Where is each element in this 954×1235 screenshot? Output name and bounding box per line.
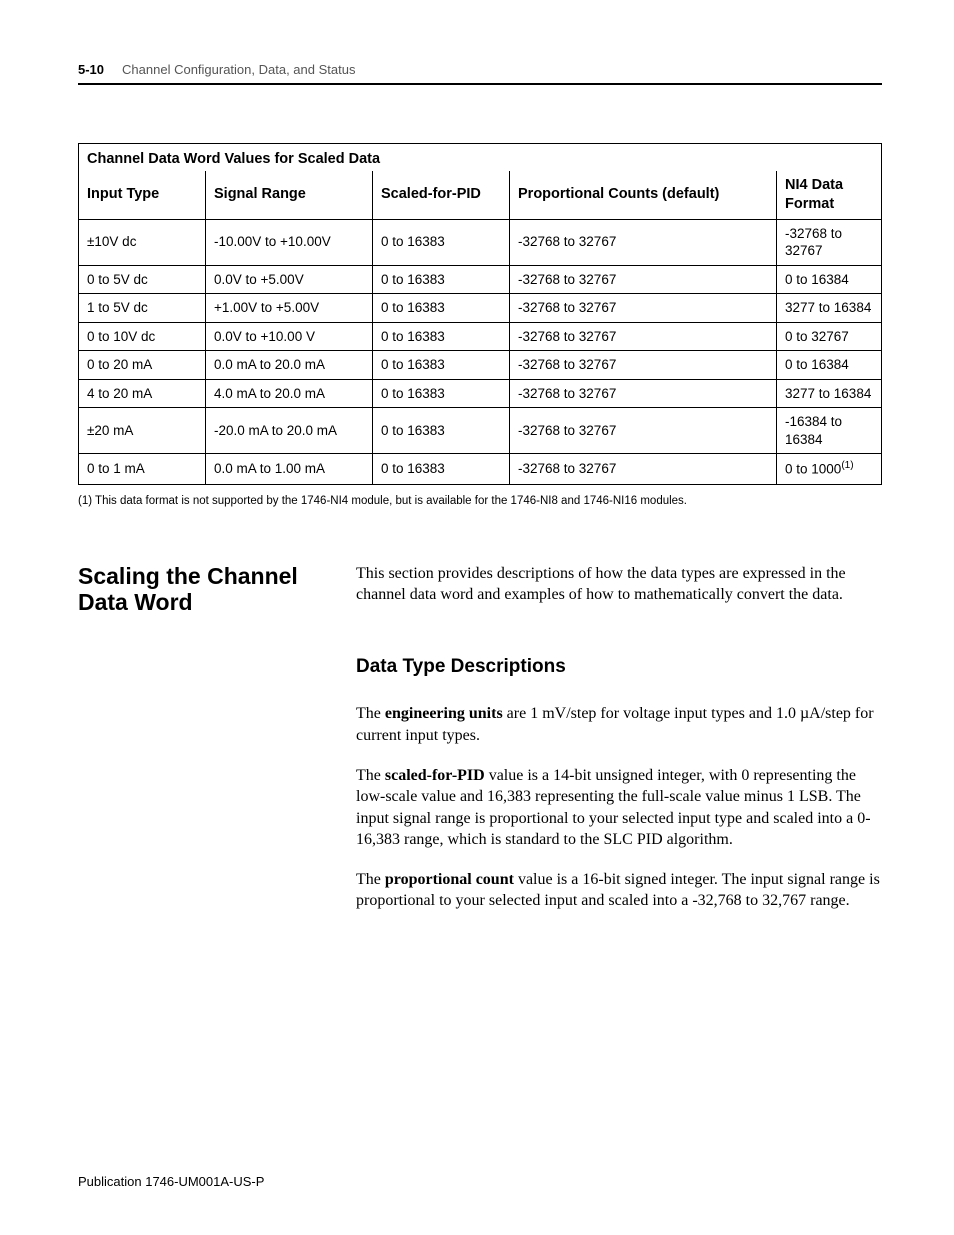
- text: The: [356, 871, 385, 888]
- cell: -32768 to 32767: [510, 294, 777, 323]
- cell: -32768 to 32767: [510, 454, 777, 484]
- cell: 0 to 10V dc: [79, 322, 206, 351]
- page-number: 5-10: [78, 62, 104, 77]
- cell: 3277 to 16384: [777, 379, 882, 408]
- table-row: ±20 mA -20.0 mA to 20.0 mA 0 to 16383 -3…: [79, 408, 882, 454]
- cell-with-footnote: 0 to 1000(1): [777, 454, 882, 484]
- section-heading: Scaling the Channel Data Word: [78, 563, 328, 616]
- cell: 0 to 16383: [373, 219, 510, 265]
- table-row: 0 to 5V dc 0.0V to +5.00V 0 to 16383 -32…: [79, 265, 882, 294]
- col-head-input-type: Input Type: [79, 171, 206, 219]
- cell: -10.00V to +10.00V: [206, 219, 373, 265]
- cell: -20.0 mA to 20.0 mA: [206, 408, 373, 454]
- cell: 0 to 32767: [777, 322, 882, 351]
- section-content-column: This section provides descriptions of ho…: [356, 563, 882, 931]
- cell: 0 to 20 mA: [79, 351, 206, 380]
- cell: 0 to 16384: [777, 351, 882, 380]
- document-page: 5-10 Channel Configuration, Data, and St…: [0, 0, 954, 970]
- paragraph-proportional-count: The proportional count value is a 16-bit…: [356, 869, 882, 912]
- col-head-signal-range: Signal Range: [206, 171, 373, 219]
- cell: -32768 to 32767: [510, 322, 777, 351]
- cell: 3277 to 16384: [777, 294, 882, 323]
- cell: ±10V dc: [79, 219, 206, 265]
- page-header: 5-10 Channel Configuration, Data, and St…: [78, 62, 882, 77]
- cell: +1.00V to +5.00V: [206, 294, 373, 323]
- table-row: 1 to 5V dc +1.00V to +5.00V 0 to 16383 -…: [79, 294, 882, 323]
- term-engineering-units: engineering units: [385, 705, 503, 722]
- cell: 0.0 mA to 20.0 mA: [206, 351, 373, 380]
- data-table: Channel Data Word Values for Scaled Data…: [78, 143, 882, 485]
- col-head-ni4-format: NI4 Data Format: [777, 171, 882, 219]
- cell: -32768 to 32767: [510, 265, 777, 294]
- header-rule: [78, 83, 882, 85]
- subheading: Data Type Descriptions: [356, 654, 882, 680]
- footnote-ref: (1): [841, 460, 853, 471]
- cell: 0 to 16383: [373, 379, 510, 408]
- table-title: Channel Data Word Values for Scaled Data: [79, 144, 882, 171]
- cell: 0.0V to +10.00 V: [206, 322, 373, 351]
- cell: 0 to 1000: [785, 462, 841, 477]
- cell: ±20 mA: [79, 408, 206, 454]
- chapter-title: Channel Configuration, Data, and Status: [122, 62, 355, 77]
- text: The: [356, 767, 385, 784]
- cell: 0 to 16383: [373, 265, 510, 294]
- cell: 0 to 16383: [373, 322, 510, 351]
- paragraph-engineering-units: The engineering units are 1 mV/step for …: [356, 703, 882, 746]
- paragraph-scaled-for-pid: The scaled-for-PID value is a 14-bit uns…: [356, 765, 882, 851]
- body-section: Scaling the Channel Data Word This secti…: [78, 563, 882, 931]
- cell: 0 to 16383: [373, 454, 510, 484]
- cell: 0 to 1 mA: [79, 454, 206, 484]
- table-row: 0 to 20 mA 0.0 mA to 20.0 mA 0 to 16383 …: [79, 351, 882, 380]
- col-head-scaled-pid: Scaled-for-PID: [373, 171, 510, 219]
- term-scaled-for-pid: scaled-for-PID: [385, 767, 485, 784]
- section-heading-column: Scaling the Channel Data Word: [78, 563, 328, 931]
- term-proportional-count: proportional count: [385, 871, 514, 888]
- text: The: [356, 705, 385, 722]
- table-row: 0 to 10V dc 0.0V to +10.00 V 0 to 16383 …: [79, 322, 882, 351]
- table-row: ±10V dc -10.00V to +10.00V 0 to 16383 -3…: [79, 219, 882, 265]
- cell: 0 to 5V dc: [79, 265, 206, 294]
- table-row: 4 to 20 mA 4.0 mA to 20.0 mA 0 to 16383 …: [79, 379, 882, 408]
- cell: -32768 to 32767: [510, 379, 777, 408]
- cell: 0 to 16383: [373, 408, 510, 454]
- table-header-row: Input Type Signal Range Scaled-for-PID P…: [79, 171, 882, 219]
- cell: 0.0 mA to 1.00 mA: [206, 454, 373, 484]
- cell: 0 to 16383: [373, 294, 510, 323]
- cell: -16384 to 16384: [777, 408, 882, 454]
- publication-id: Publication 1746-UM001A-US-P: [78, 1174, 264, 1189]
- cell: 4 to 20 mA: [79, 379, 206, 408]
- table-footnote: (1) This data format is not supported by…: [78, 495, 882, 507]
- cell: -32768 to 32767: [777, 219, 882, 265]
- cell: -32768 to 32767: [510, 219, 777, 265]
- col-head-prop-counts: Proportional Counts (default): [510, 171, 777, 219]
- intro-paragraph: This section provides descriptions of ho…: [356, 563, 882, 606]
- cell: 1 to 5V dc: [79, 294, 206, 323]
- table-row: 0 to 1 mA 0.0 mA to 1.00 mA 0 to 16383 -…: [79, 454, 882, 484]
- cell: 0 to 16383: [373, 351, 510, 380]
- cell: -32768 to 32767: [510, 351, 777, 380]
- cell: 0 to 16384: [777, 265, 882, 294]
- cell: 0.0V to +5.00V: [206, 265, 373, 294]
- cell: -32768 to 32767: [510, 408, 777, 454]
- cell: 4.0 mA to 20.0 mA: [206, 379, 373, 408]
